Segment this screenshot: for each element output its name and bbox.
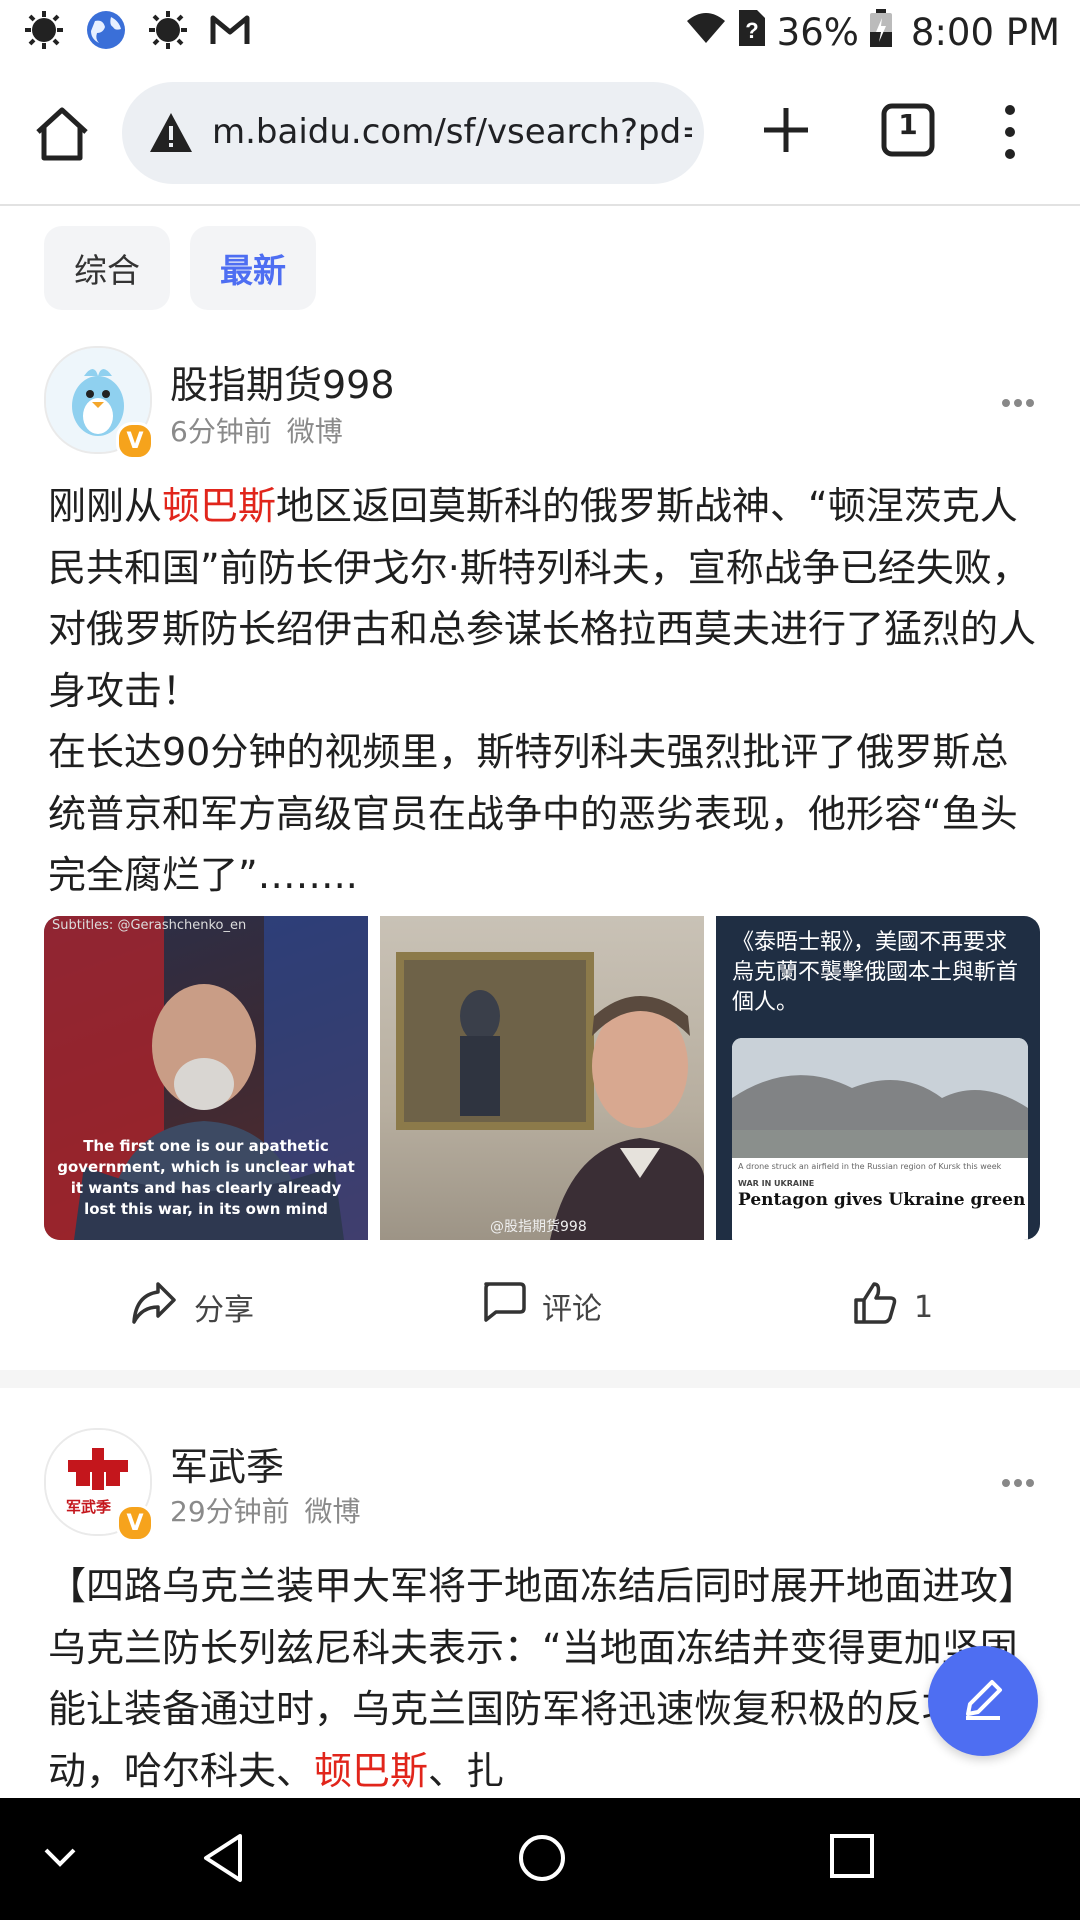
battery-percent: 36% [776, 11, 859, 54]
comment-icon [480, 1280, 526, 1332]
image-text: 《泰晤士報》，美國不再要求烏克蘭不襲擊俄國本土與斬首個人。 [732, 930, 1019, 1015]
post-time: 29分钟前 [170, 1495, 290, 1528]
like-count: 1 [914, 1289, 934, 1325]
post-body[interactable]: 【四路乌克兰装甲大军将于地面冻结后同时展开地面进攻】乌克兰防长列兹尼科夫表示：“… [48, 1556, 1038, 1798]
share-label: 分享 [194, 1293, 254, 1328]
clock: 8:00 PM [910, 11, 1060, 54]
warning-icon[interactable] [148, 110, 194, 156]
post-source: 微博 [286, 415, 343, 448]
comment-label: 评论 [542, 1292, 602, 1327]
image-caption: The first one is our apathetic governmen… [57, 1137, 355, 1218]
brightness-icon [22, 8, 66, 52]
keyword-highlight: 顿巴斯 [162, 484, 277, 528]
wifi-icon [685, 11, 727, 54]
post-image[interactable]: @股指期货998 [380, 916, 704, 1240]
post-image[interactable]: 《泰晤士報》，美國不再要求烏克蘭不襲擊俄國本土與斬首個人。 A drone st… [716, 916, 1040, 1240]
battery-charging-icon [869, 8, 893, 57]
headline: Pentagon gives Ukraine green [738, 1190, 1026, 1210]
filter-tabs: 综合 最新 [44, 226, 316, 310]
post-source: 微博 [304, 1495, 361, 1528]
more-horiz-icon[interactable] [1000, 1474, 1036, 1487]
avatar-label: 军武季 [66, 1498, 112, 1516]
url-text[interactable]: m.baidu.com/sf/vsearch?pd=r [212, 108, 692, 156]
post-actions: 分享 评论 1 [0, 1270, 1080, 1340]
address-bar[interactable]: m.baidu.com/sf/vsearch?pd=r [122, 82, 704, 184]
recents-icon[interactable] [828, 1832, 876, 1884]
compose-button[interactable] [928, 1646, 1038, 1756]
no-sim-icon: ? [737, 8, 767, 57]
image-watermark: @股指期货998 [490, 1219, 587, 1235]
like-button[interactable]: 1 [852, 1280, 933, 1334]
post-time: 6分钟前 [170, 415, 272, 448]
gmail-icon [208, 8, 252, 52]
home-button[interactable] [30, 102, 94, 166]
keyword-highlight: 顿巴斯 [314, 1748, 429, 1793]
post-meta: 6分钟前 微博 [170, 410, 343, 450]
author-name[interactable]: 军武季 [170, 1436, 284, 1491]
photo-caption: A drone struck an airfield in the Russia… [738, 1162, 1002, 1171]
pencil-icon [958, 1674, 1008, 1728]
browser-toolbar: m.baidu.com/sf/vsearch?pd=r 1 [0, 62, 1080, 206]
section-label: WAR IN UKRAINE [738, 1179, 815, 1188]
post-body[interactable]: 刚刚从顿巴斯地区返回莫斯科的俄罗斯战神、“顿涅茨克人民共和国”前防长伊戈尔·斯特… [48, 476, 1038, 907]
status-bar: ? 36% 8:00 PM [0, 0, 1080, 62]
share-icon [130, 1280, 178, 1334]
share-button[interactable]: 分享 [130, 1280, 254, 1334]
back-icon[interactable] [200, 1832, 246, 1888]
author-name[interactable]: 股指期货998 [170, 354, 395, 409]
home-circle-icon[interactable] [516, 1832, 568, 1888]
svg-text:?: ? [745, 18, 758, 43]
post-text: 【四路乌克兰装甲大军将于地面冻结后同时展开地面进攻】乌克兰防长列兹尼科夫表示：“… [48, 1564, 1037, 1793]
verified-badge: V [116, 1504, 154, 1542]
image-grid: Subtitles: @Gerashchenko_en The first on… [44, 916, 1040, 1240]
subtitle-credit: Subtitles: @Gerashchenko_en [52, 918, 247, 933]
chevron-down-icon[interactable] [40, 1838, 80, 1882]
news-card: A drone struck an airfield in the Russia… [732, 1038, 1028, 1240]
brightness-icon [146, 8, 190, 52]
new-tab-button[interactable] [756, 100, 816, 160]
tab-latest[interactable]: 最新 [190, 226, 316, 310]
tab-comprehensive[interactable]: 综合 [44, 226, 170, 310]
tab-switcher-button[interactable]: 1 [880, 102, 936, 158]
post-text: 刚刚从 [48, 484, 163, 528]
divider [0, 1370, 1080, 1388]
system-nav-bar [0, 1798, 1080, 1920]
verified-badge: V [116, 422, 154, 460]
more-horiz-icon[interactable] [1000, 394, 1036, 407]
globe-icon [84, 8, 128, 52]
tab-count: 1 [898, 108, 918, 141]
post-image[interactable]: Subtitles: @Gerashchenko_en The first on… [44, 916, 368, 1240]
more-vert-icon[interactable] [992, 100, 1028, 164]
comment-button[interactable]: 评论 [480, 1280, 602, 1332]
thumbs-up-icon [852, 1280, 898, 1334]
post-meta: 29分钟前 微博 [170, 1490, 361, 1530]
post-text: 、扎 [428, 1748, 505, 1793]
post-text: 在长达90分钟的视频里，斯特列科夫强烈批评了俄罗斯总统普京和军方高级官员在战争中… [48, 730, 1018, 897]
